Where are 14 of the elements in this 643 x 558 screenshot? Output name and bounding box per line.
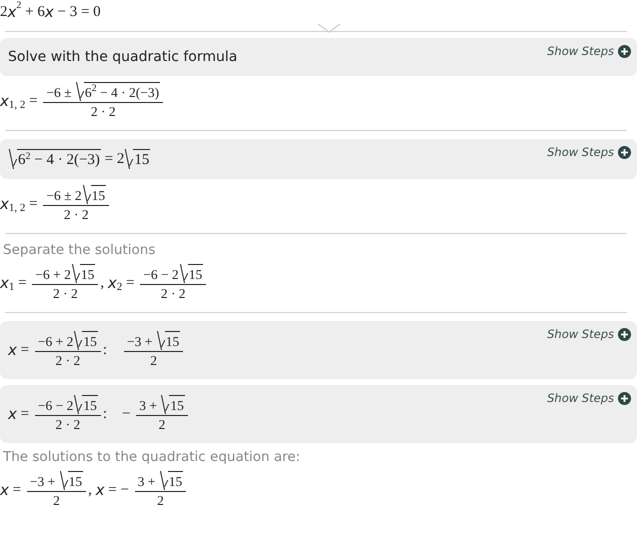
show-steps-button[interactable]: Show Steps	[547, 391, 631, 405]
step-note: The solutions to the quadratic equation are:	[3, 449, 302, 465]
equation: x = −6 + 2 15 2 · 2 : −3 + 15 2	[8, 331, 186, 369]
show-steps-button[interactable]: Show Steps	[547, 327, 631, 341]
plus-circle-icon	[618, 392, 631, 404]
equation: x = −6 − 2 15 2 · 2 : − 3 + 15 2	[8, 395, 190, 433]
chevron-down-icon[interactable]	[317, 23, 341, 33]
step-note: Separate the solutions	[3, 242, 156, 258]
show-steps-button[interactable]: Show Steps	[547, 145, 631, 159]
step-title: Solve with the quadratic formula	[8, 49, 238, 65]
plus-circle-icon	[618, 146, 631, 158]
plus-circle-icon	[618, 328, 631, 340]
show-steps-button[interactable]: Show Steps	[547, 44, 631, 58]
plus-circle-icon	[618, 44, 631, 58]
